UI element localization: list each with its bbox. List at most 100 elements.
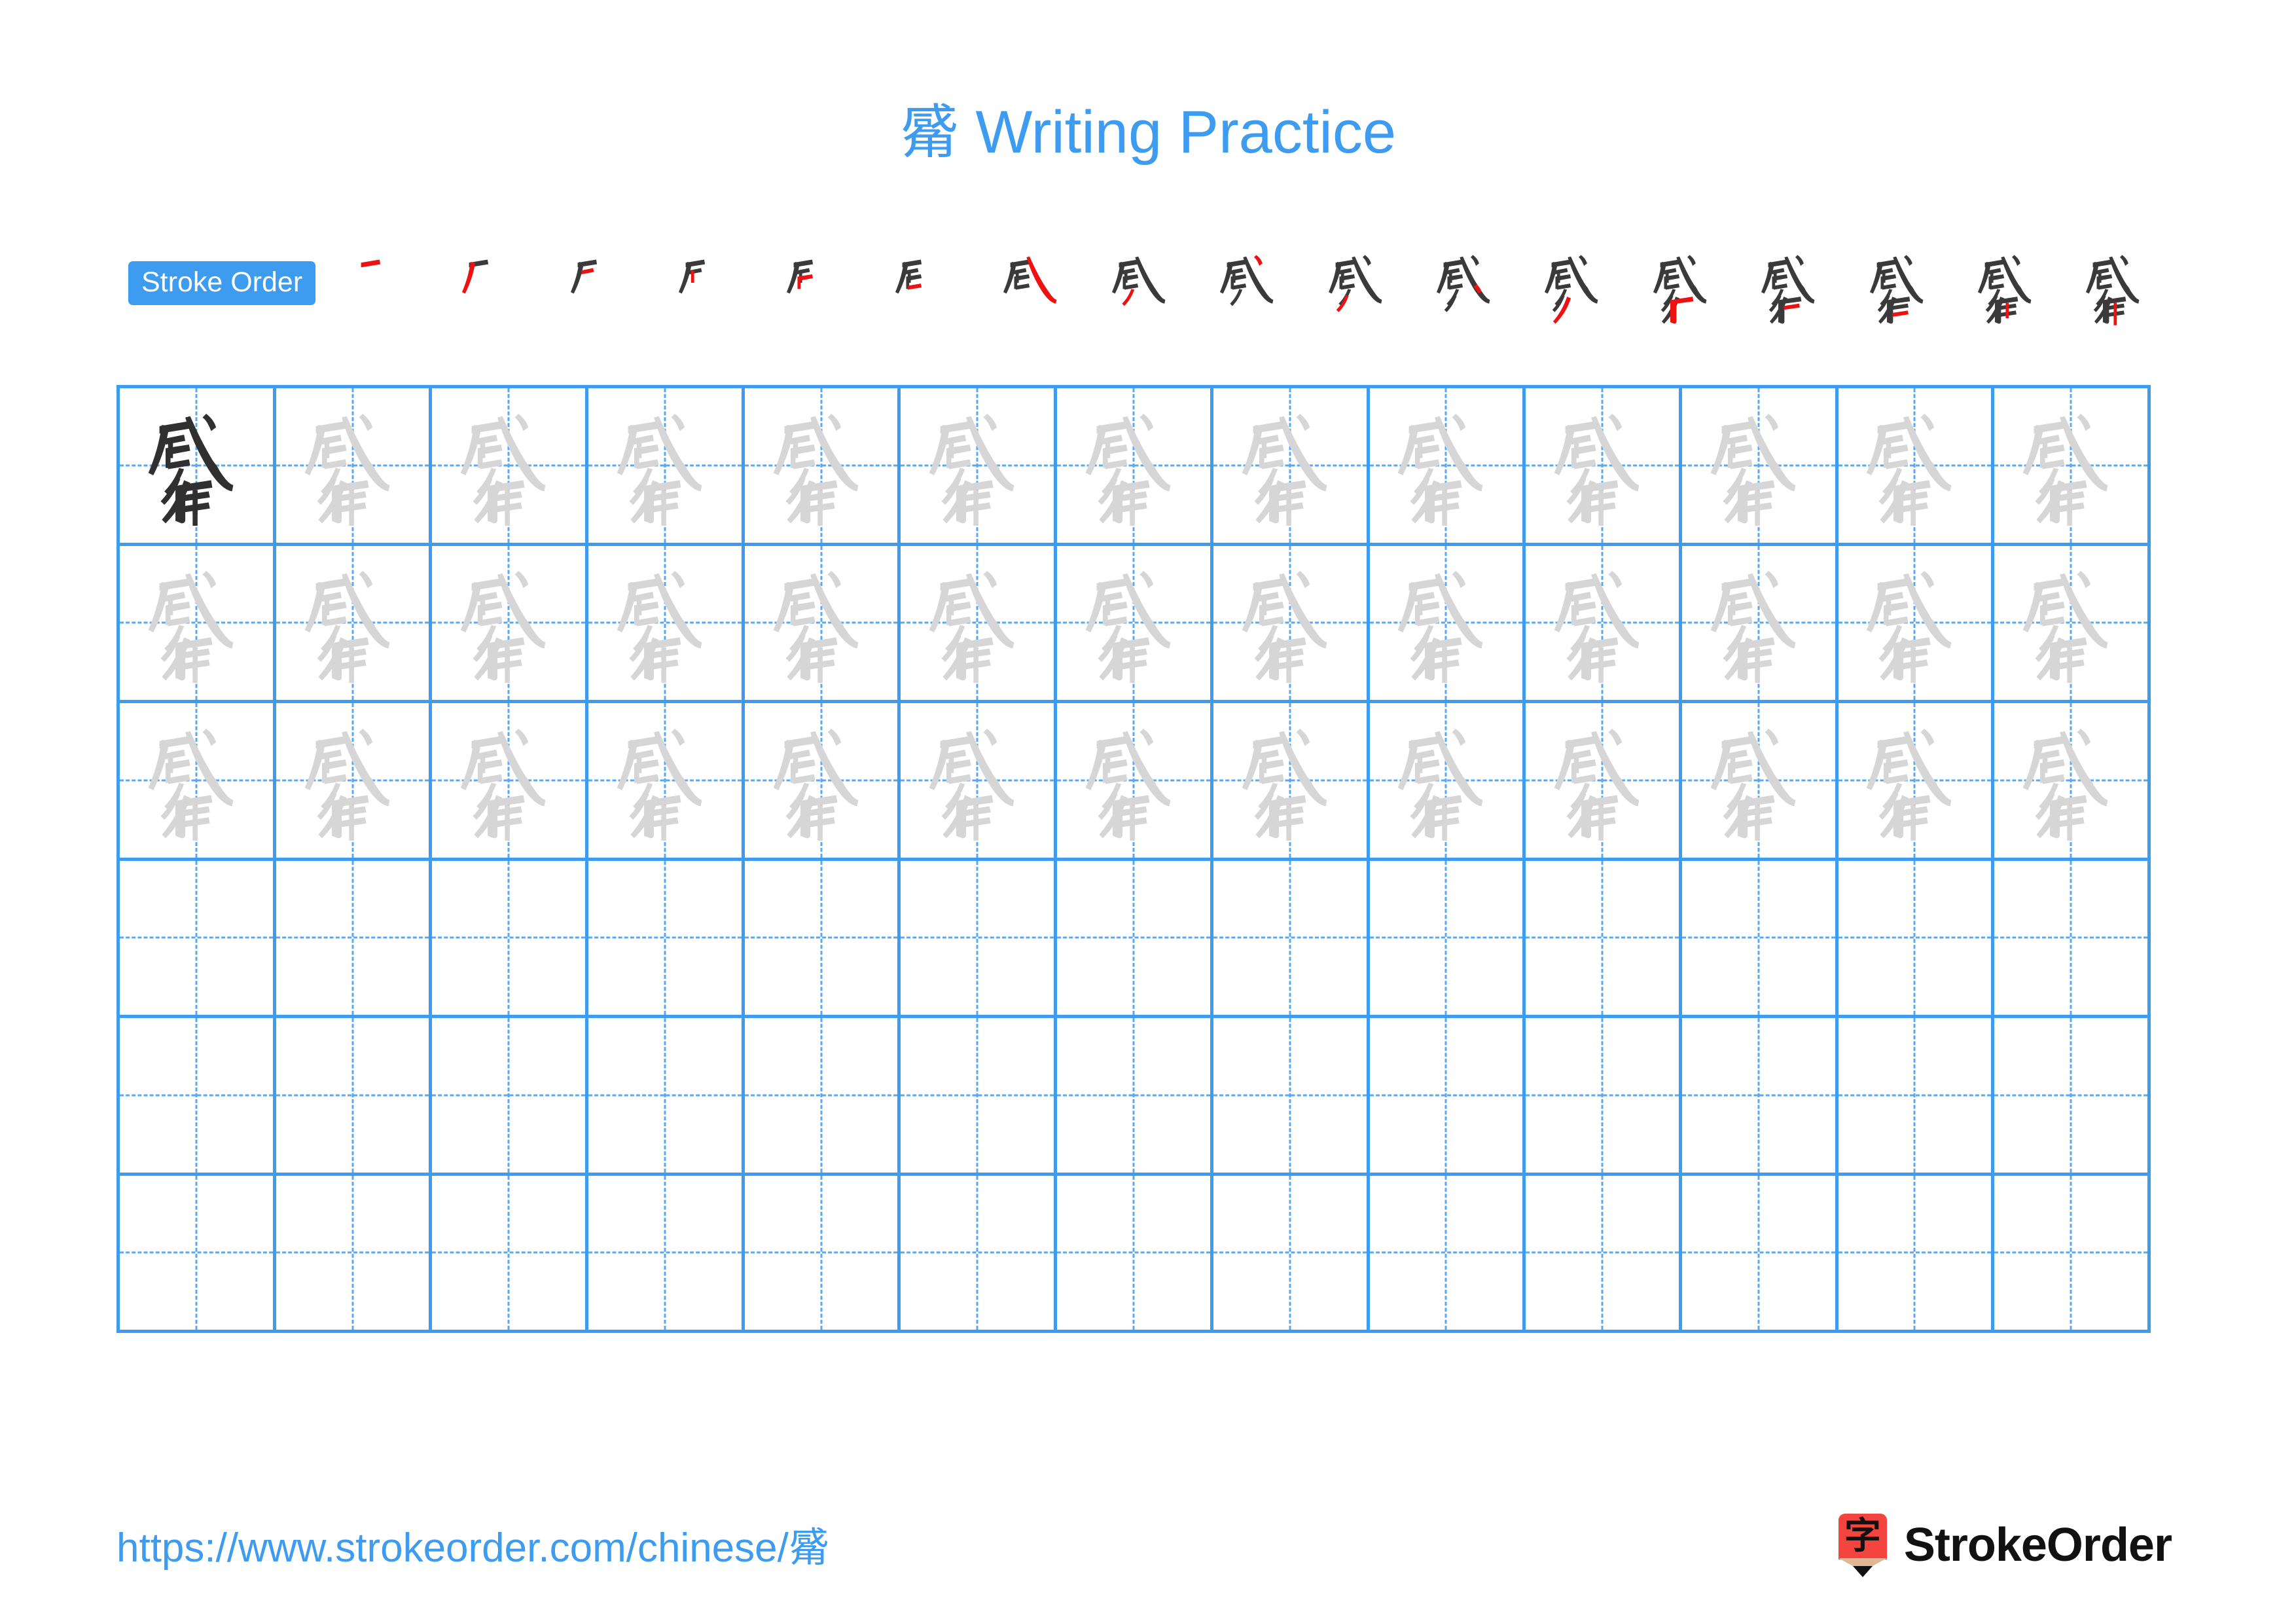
practice-cell[interactable] — [901, 1018, 1058, 1173]
practice-cell[interactable] — [1526, 1175, 1682, 1330]
practice-cell[interactable] — [1370, 388, 1526, 543]
practice-cell[interactable] — [1057, 388, 1213, 543]
practice-cell[interactable] — [1526, 388, 1682, 543]
brand-name: StrokeOrder — [1903, 1519, 2172, 1571]
practice-cell[interactable] — [1213, 860, 1370, 1015]
practice-cell[interactable] — [1213, 703, 1370, 858]
practice-cell[interactable] — [1994, 1175, 2151, 1330]
practice-cell[interactable] — [1526, 545, 1682, 700]
practice-cell[interactable] — [1994, 1018, 2151, 1173]
practice-cell[interactable] — [1682, 1018, 1839, 1173]
practice-cell[interactable] — [1213, 388, 1370, 543]
practice-cell[interactable] — [276, 703, 433, 858]
practice-cell[interactable] — [1839, 860, 1995, 1015]
trace-character — [120, 703, 273, 858]
trace-character — [1526, 388, 1679, 543]
practice-cell[interactable] — [120, 860, 276, 1015]
trace-character — [1682, 388, 1835, 543]
practice-cell[interactable] — [120, 388, 276, 543]
practice-cell[interactable] — [432, 703, 589, 858]
practice-cell[interactable] — [1682, 388, 1839, 543]
practice-cell[interactable] — [1839, 1018, 1995, 1173]
practice-cell[interactable] — [745, 1175, 901, 1330]
practice-cell[interactable] — [1370, 1175, 1526, 1330]
pencil-tip — [1852, 1566, 1873, 1577]
stroke-order-step-10 — [1304, 244, 1412, 322]
practice-cell[interactable] — [276, 1175, 433, 1330]
practice-cell[interactable] — [1994, 388, 2151, 543]
practice-cell[interactable] — [1057, 703, 1213, 858]
practice-cell[interactable] — [588, 545, 745, 700]
practice-cell[interactable] — [745, 703, 901, 858]
practice-cell[interactable] — [1682, 545, 1839, 700]
practice-cell[interactable] — [588, 388, 745, 543]
practice-cell[interactable] — [1213, 545, 1370, 701]
pencil-icon: 字 — [1838, 1514, 1887, 1577]
practice-cell[interactable] — [745, 545, 901, 700]
practice-cell[interactable] — [1682, 860, 1839, 1015]
practice-cell[interactable] — [1370, 545, 1526, 700]
practice-cell[interactable] — [1526, 703, 1682, 858]
stroke-order-step-2 — [439, 244, 547, 322]
practice-cell[interactable] — [1213, 1175, 1370, 1330]
practice-cell[interactable] — [588, 1018, 745, 1173]
practice-cell[interactable] — [588, 1175, 745, 1330]
practice-cell[interactable] — [901, 1175, 1058, 1330]
stroke-order-step-12 — [1521, 244, 1629, 324]
practice-cell[interactable] — [1213, 1018, 1370, 1173]
trace-character — [276, 388, 429, 543]
practice-cell[interactable] — [1682, 1175, 1839, 1330]
brand-logo[interactable]: 字 StrokeOrder — [1838, 1514, 2172, 1577]
practice-cell[interactable] — [120, 1018, 276, 1173]
practice-row-2 — [120, 545, 2151, 703]
practice-cell[interactable] — [1682, 703, 1839, 858]
practice-cell[interactable] — [1839, 1175, 1995, 1330]
practice-cell[interactable] — [432, 545, 589, 700]
practice-cell[interactable] — [588, 860, 745, 1015]
trace-character — [1057, 703, 1210, 858]
practice-cell[interactable] — [1057, 860, 1213, 1015]
practice-cell[interactable] — [276, 388, 433, 543]
practice-cell[interactable] — [432, 1018, 589, 1173]
practice-cell[interactable] — [1994, 545, 2151, 700]
practice-cell[interactable] — [901, 703, 1058, 858]
trace-character — [1213, 546, 1367, 701]
practice-cell[interactable] — [901, 545, 1058, 701]
practice-cell[interactable] — [1057, 1018, 1213, 1173]
trace-character — [901, 546, 1054, 701]
practice-cell[interactable] — [1370, 1018, 1526, 1173]
trace-character — [1526, 703, 1679, 858]
practice-cell[interactable] — [276, 1018, 433, 1173]
practice-cell[interactable] — [432, 860, 589, 1015]
practice-cell[interactable] — [1370, 703, 1526, 858]
practice-cell[interactable] — [276, 860, 433, 1015]
practice-cell[interactable] — [1839, 388, 1995, 543]
practice-cell[interactable] — [1057, 1175, 1213, 1330]
trace-character — [745, 388, 898, 543]
practice-cell[interactable] — [432, 388, 589, 543]
practice-cell[interactable] — [745, 860, 901, 1015]
trace-character — [276, 703, 429, 858]
practice-cell[interactable] — [901, 388, 1058, 543]
practice-cell[interactable] — [1994, 860, 2151, 1015]
practice-cell[interactable] — [901, 860, 1058, 1015]
practice-cell[interactable] — [432, 1175, 589, 1330]
practice-cell[interactable] — [120, 1175, 276, 1330]
stroke-order-step-8 — [1088, 244, 1196, 322]
practice-cell[interactable] — [1994, 703, 2151, 858]
practice-cell[interactable] — [745, 388, 901, 543]
stroke-order-step-17 — [2062, 244, 2170, 325]
practice-cell[interactable] — [1839, 545, 1995, 700]
practice-cell[interactable] — [120, 703, 276, 858]
practice-cell[interactable] — [276, 545, 433, 700]
practice-cell[interactable] — [1526, 1018, 1682, 1173]
practice-cell[interactable] — [1370, 860, 1526, 1015]
practice-cell[interactable] — [1526, 860, 1682, 1015]
practice-cell[interactable] — [120, 545, 276, 700]
source-url[interactable]: https://www.strokeorder.com/chinese/觱 — [117, 1522, 829, 1574]
practice-cell[interactable] — [1057, 545, 1213, 700]
practice-cell[interactable] — [1839, 703, 1995, 858]
practice-cell[interactable] — [588, 703, 745, 858]
pencil-character: 字 — [1844, 1515, 1881, 1558]
practice-cell[interactable] — [745, 1018, 901, 1173]
